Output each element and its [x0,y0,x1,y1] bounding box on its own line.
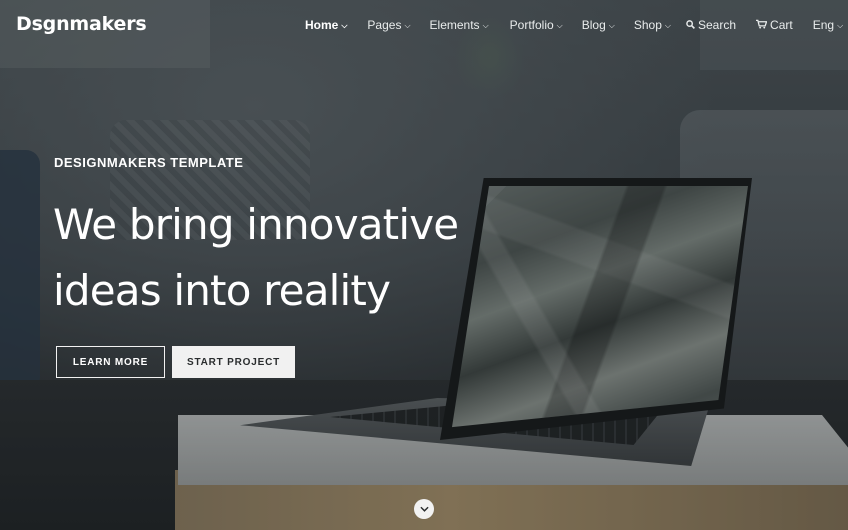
header-utilities: Search Cart Eng ⌵ [686,18,843,32]
hero-section: Dsgnmakers Home ⌵ Pages ⌵ Elements ⌵ Por… [0,0,848,530]
chevron-down-icon: ⌵ [341,21,348,30]
nav-item-home[interactable]: Home ⌵ [305,18,347,32]
nav-item-pages[interactable]: Pages ⌵ [367,18,410,32]
chevron-down-icon: ⌵ [556,21,563,30]
search-icon [686,18,695,32]
headline-line-2: ideas into reality [53,266,391,315]
chevron-down-icon: ⌵ [482,21,489,30]
chevron-down-icon: ⌵ [608,21,615,30]
chevron-down-icon: ⌵ [404,21,411,30]
start-project-button[interactable]: START PROJECT [172,346,295,378]
main-nav: Home ⌵ Pages ⌵ Elements ⌵ Portfolio ⌵ Bl… [305,18,671,32]
nav-item-label: Portfolio [509,18,554,32]
nav-item-label: Pages [367,18,402,32]
learn-more-button[interactable]: LEARN MORE [56,346,165,378]
nav-item-label: Elements [429,18,480,32]
headline-line-1: We bring innovative [53,200,459,249]
language-label: Eng [812,18,835,32]
nav-item-label: Blog [581,18,606,32]
chevron-down-icon: ⌵ [664,21,671,30]
hero-eyebrow: DESIGNMAKERS TEMPLATE [54,155,244,170]
search-label: Search [698,18,737,32]
site-logo[interactable]: Dsgnmakers [16,13,147,35]
hero-headline: We bring innovative ideas into reality [53,192,473,324]
nav-item-label: Home [305,18,339,32]
chevron-down-icon: ⌵ [837,21,844,30]
chevron-down-icon [419,504,429,514]
nav-item-blog[interactable]: Blog ⌵ [582,18,615,32]
nav-item-shop[interactable]: Shop ⌵ [634,18,671,32]
search-button[interactable]: Search [686,18,736,32]
nav-item-elements[interactable]: Elements ⌵ [430,18,489,32]
language-selector[interactable]: Eng ⌵ [813,18,843,32]
cart-label: Cart [770,18,793,32]
cart-icon [756,18,768,32]
site-header: Dsgnmakers Home ⌵ Pages ⌵ Elements ⌵ Por… [0,0,848,52]
nav-item-portfolio[interactable]: Portfolio ⌵ [510,18,563,32]
nav-item-label: Shop [633,18,662,32]
scroll-down-button[interactable] [414,499,434,519]
cart-button[interactable]: Cart [756,18,793,32]
